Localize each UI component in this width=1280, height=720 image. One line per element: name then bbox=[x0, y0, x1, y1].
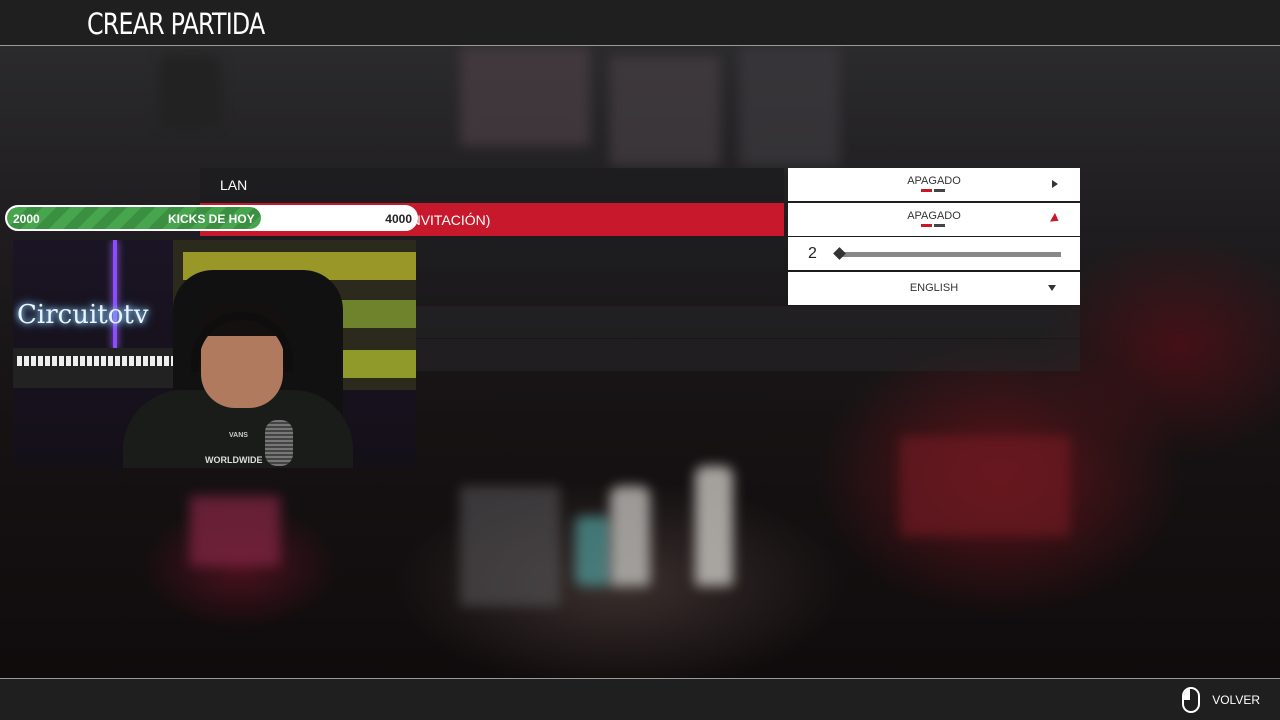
slider-track[interactable] bbox=[840, 252, 1061, 257]
background-bottle bbox=[575, 516, 611, 586]
language-dropdown[interactable]: ENGLISH bbox=[788, 272, 1080, 305]
mouse-icon bbox=[1182, 687, 1201, 713]
webcam-overlay: Circuitotv VANS WORLDWIDE bbox=[13, 240, 416, 468]
header-bar: CREAR PARTIDA bbox=[0, 0, 1280, 46]
arrow-right-icon[interactable] bbox=[1052, 180, 1058, 188]
background-shelf bbox=[740, 46, 840, 166]
language-value: ENGLISH bbox=[909, 282, 959, 294]
background-bottle bbox=[695, 466, 733, 586]
microphone-icon bbox=[265, 420, 293, 466]
shirt-text: WORLDWIDE bbox=[205, 455, 263, 465]
option-indicator bbox=[921, 189, 945, 192]
back-label: VOLVER bbox=[1212, 693, 1260, 707]
slider-thumb[interactable] bbox=[833, 247, 846, 260]
slider-option[interactable]: 2 bbox=[788, 237, 1080, 270]
goal-progress-bar: 2000 KICKS DE HOY 4000 bbox=[5, 205, 418, 231]
neon-sign: Circuitotv bbox=[17, 300, 149, 330]
page-title: CREAR PARTIDA bbox=[87, 7, 265, 41]
background-bottle bbox=[610, 486, 650, 586]
menu-row-lan[interactable]: LAN bbox=[200, 168, 784, 201]
shirt-logo: VANS bbox=[229, 432, 248, 439]
option-value: APAGADO bbox=[907, 210, 961, 222]
piano-keyboard bbox=[13, 348, 183, 388]
footer-bar: VOLVER bbox=[0, 678, 1280, 720]
goal-label: KICKS DE HOY bbox=[168, 212, 255, 226]
background-speaker bbox=[160, 56, 220, 126]
background-object bbox=[900, 436, 1070, 536]
back-button[interactable]: VOLVER bbox=[1182, 686, 1260, 714]
option-value: APAGADO bbox=[907, 175, 961, 187]
goal-start-value: 2000 bbox=[13, 212, 40, 226]
background-shelf bbox=[610, 56, 720, 166]
background-object bbox=[190, 496, 280, 566]
led-strip bbox=[113, 240, 117, 350]
option-selector-lan[interactable]: APAGADO bbox=[788, 168, 1080, 201]
goal-end-value: 4000 bbox=[385, 212, 412, 226]
option-indicator bbox=[921, 224, 945, 227]
background-object bbox=[460, 486, 560, 606]
slider-value: 2 bbox=[808, 245, 817, 262]
background-shelf bbox=[460, 46, 590, 146]
option-selector-private-chat[interactable]: APAGADO bbox=[788, 203, 1080, 236]
menu-row-label: LAN bbox=[220, 177, 248, 193]
chevron-down-icon[interactable] bbox=[1048, 285, 1056, 291]
